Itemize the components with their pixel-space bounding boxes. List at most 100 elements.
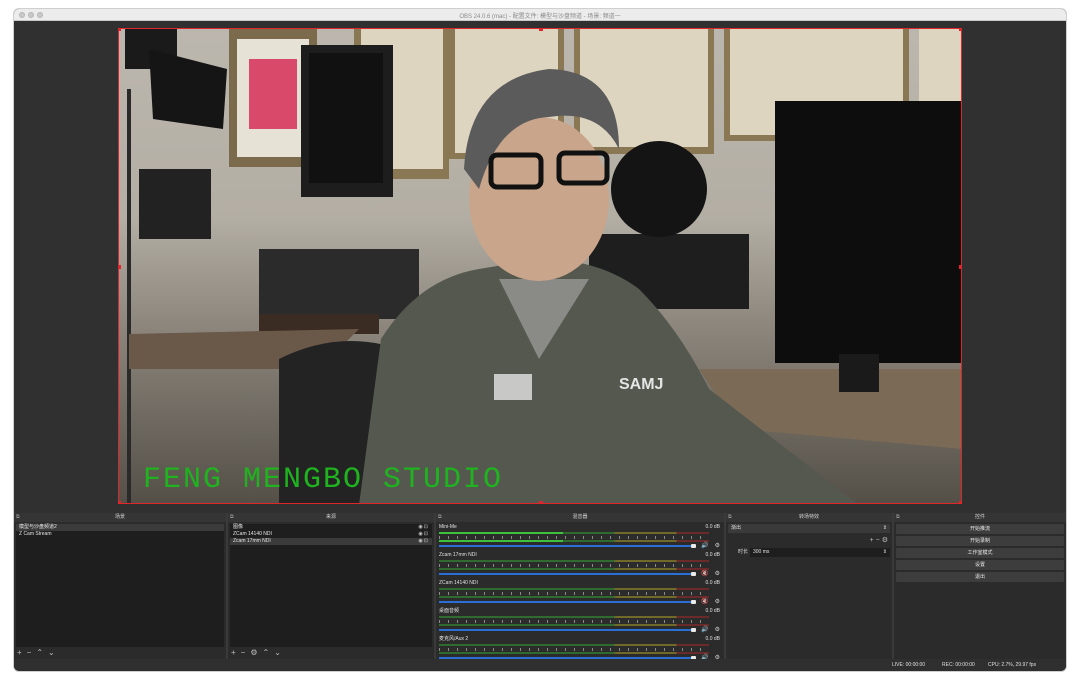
mixer-dock-title: ⧉ 混音器: [436, 513, 724, 522]
sources-dock: ⧉ 来源 图像 ◉⊡ ZCam 14140 NDI ◉⊡ Zcam 17mm NDI ◉…: [228, 513, 434, 659]
source-item[interactable]: Zcam 17mm NDI ◉⊡: [230, 538, 432, 545]
rec-timer: REC: 00:00:00: [942, 662, 975, 668]
settings-button[interactable]: 设置: [896, 560, 1064, 570]
source-item[interactable]: ZCam 14140 NDI ◉⊡: [230, 531, 432, 538]
level-meter: [439, 588, 709, 590]
transition-gear-icon[interactable]: ⚙: [882, 537, 888, 544]
controls-dock-title: ⧉ 控件: [894, 513, 1066, 522]
move-up-icon[interactable]: ⌃: [36, 648, 43, 657]
move-down-icon[interactable]: ⌄: [274, 648, 281, 657]
track-gear-icon[interactable]: ⚙: [715, 598, 720, 605]
speaker-muted-icon[interactable]: 🔇: [701, 570, 708, 577]
resize-handle[interactable]: [959, 265, 961, 269]
dock-float-icon[interactable]: ⧉: [16, 513, 20, 522]
track-gear-icon[interactable]: ⚙: [715, 570, 720, 577]
chevron-updown-icon: ⇕: [882, 549, 887, 555]
track-gear-icon[interactable]: ⚙: [715, 626, 720, 633]
resize-handle[interactable]: [959, 501, 961, 503]
scene-item[interactable]: 模型与沙盘频道2: [16, 524, 224, 531]
level-meter: [439, 532, 709, 534]
volume-slider-handle[interactable]: [691, 600, 696, 604]
mixer-track-db: 0.0 dB: [705, 524, 720, 530]
speaker-icon[interactable]: 🔊: [701, 626, 708, 633]
transitions-dock: ⧉ 转场特效 渐出 ⇕ + − ⚙ 时长 300 ms ⇕: [726, 513, 892, 659]
level-meter: [439, 568, 709, 570]
transitions-dock-title: ⧉ 转场特效: [726, 513, 892, 522]
sources-list: 图像 ◉⊡ ZCam 14140 NDI ◉⊡ Zcam 17mm NDI ◉⊡: [230, 524, 432, 647]
level-meter: [439, 616, 709, 618]
source-properties-gear-icon[interactable]: ⚙: [250, 648, 257, 657]
start-streaming-button[interactable]: 开始推流: [896, 524, 1064, 534]
transition-select[interactable]: 渐出 ⇕: [728, 524, 890, 533]
resize-handle[interactable]: [539, 29, 543, 31]
resize-handle[interactable]: [119, 265, 121, 269]
track-gear-icon[interactable]: ⚙: [715, 542, 720, 549]
resize-handle[interactable]: [119, 501, 121, 503]
lock-icon[interactable]: ⊡: [424, 524, 429, 530]
live-timer: LIVE: 00:00:00: [892, 662, 926, 668]
scenes-dock-title: ⧉ 场景: [14, 513, 226, 522]
volume-slider-handle[interactable]: [691, 544, 696, 548]
synth-rack: [259, 249, 419, 319]
add-source-icon[interactable]: +: [231, 648, 236, 657]
mixer-track: ZCam 14140 NDI 0.0 dB 🔇 ⚙: [439, 580, 720, 607]
level-meter: [439, 652, 709, 654]
resize-handle[interactable]: [539, 501, 543, 503]
scenes-dock: ⧉ 场景 模型与沙盘频道2 Z Cam Stream + − ⌃ ⌄: [14, 513, 226, 659]
desk-camera: [839, 354, 879, 392]
meter-scale: [439, 648, 709, 651]
source-item[interactable]: 图像 ◉⊡: [230, 524, 432, 531]
dock-float-icon[interactable]: ⧉: [896, 513, 900, 522]
volume-slider[interactable]: [439, 573, 694, 575]
add-scene-icon[interactable]: +: [17, 648, 22, 657]
move-up-icon[interactable]: ⌃: [263, 648, 270, 657]
meter-scale: [439, 620, 709, 623]
mixer-track-name: 麦克风/Aux 2: [439, 636, 469, 642]
remove-source-icon[interactable]: −: [241, 648, 246, 657]
title-bar: OBS 24.0.6 (mac) - 配置文件: 模型与沙盘频道 - 场景: 频…: [14, 9, 1066, 21]
black-monitor: [775, 101, 961, 363]
move-down-icon[interactable]: ⌄: [48, 648, 55, 657]
duration-value: 300 ms: [753, 549, 770, 555]
speaker-icon[interactable]: 🔊: [701, 542, 708, 549]
studio-mode-button[interactable]: 工作室模式: [896, 548, 1064, 558]
dock-float-icon[interactable]: ⧉: [230, 513, 234, 522]
preview-area: SAMJ FENG MENGBO STUDIO: [14, 21, 1066, 513]
exit-button[interactable]: 退出: [896, 572, 1064, 582]
mixer-track-db: 0.0 dB: [705, 608, 720, 614]
resize-handle[interactable]: [959, 29, 961, 31]
obs-window: OBS 24.0.6 (mac) - 配置文件: 模型与沙盘频道 - 场景: 频…: [14, 9, 1066, 671]
level-meter: [439, 644, 709, 646]
add-transition-icon[interactable]: +: [870, 537, 874, 544]
mixer-track: Mini-Me 0.0 dB 🔊 ⚙: [439, 524, 720, 551]
volume-slider-handle[interactable]: [691, 628, 696, 632]
program-preview[interactable]: SAMJ FENG MENGBO STUDIO: [118, 28, 962, 504]
speaker-muted-icon[interactable]: 🔇: [701, 598, 708, 605]
dock-float-icon[interactable]: ⧉: [438, 513, 442, 522]
dock-float-icon[interactable]: ⧉: [728, 513, 732, 522]
transition-select-value: 渐出: [731, 525, 742, 531]
scene-item-label: Z Cam Stream: [19, 531, 52, 537]
volume-slider[interactable]: [439, 545, 694, 547]
duration-spinbox[interactable]: 300 ms ⇕: [750, 548, 890, 557]
volume-slider-handle[interactable]: [691, 572, 696, 576]
volume-slider[interactable]: [439, 629, 694, 631]
resize-handle[interactable]: [119, 29, 121, 31]
start-recording-button[interactable]: 开始录制: [896, 536, 1064, 546]
lock-icon[interactable]: ⊡: [424, 538, 429, 544]
level-meter-fill: [439, 540, 564, 542]
scene-item[interactable]: Z Cam Stream: [16, 531, 224, 538]
meter-scale: [439, 536, 709, 539]
mixer-track-name: 桌面音频: [439, 608, 460, 614]
mixer-track-name: Zcam 17mm NDI: [439, 552, 477, 558]
volume-slider[interactable]: [439, 601, 694, 603]
svg-text:SAMJ: SAMJ: [619, 376, 663, 393]
meter-scale: [439, 592, 709, 595]
level-meter: [439, 540, 709, 542]
remove-scene-icon[interactable]: −: [27, 648, 32, 657]
scene-item-label: 模型与沙盘频道2: [19, 524, 57, 530]
remove-transition-icon[interactable]: −: [876, 537, 880, 544]
mixer-dock: ⧉ 混音器 Mini-Me 0.0 dB 🔊 ⚙ Zcam 17mm NDI 0.0 dB 🔇…: [436, 513, 724, 661]
duration-label: 时长: [738, 549, 749, 555]
lock-icon[interactable]: ⊡: [424, 531, 429, 537]
